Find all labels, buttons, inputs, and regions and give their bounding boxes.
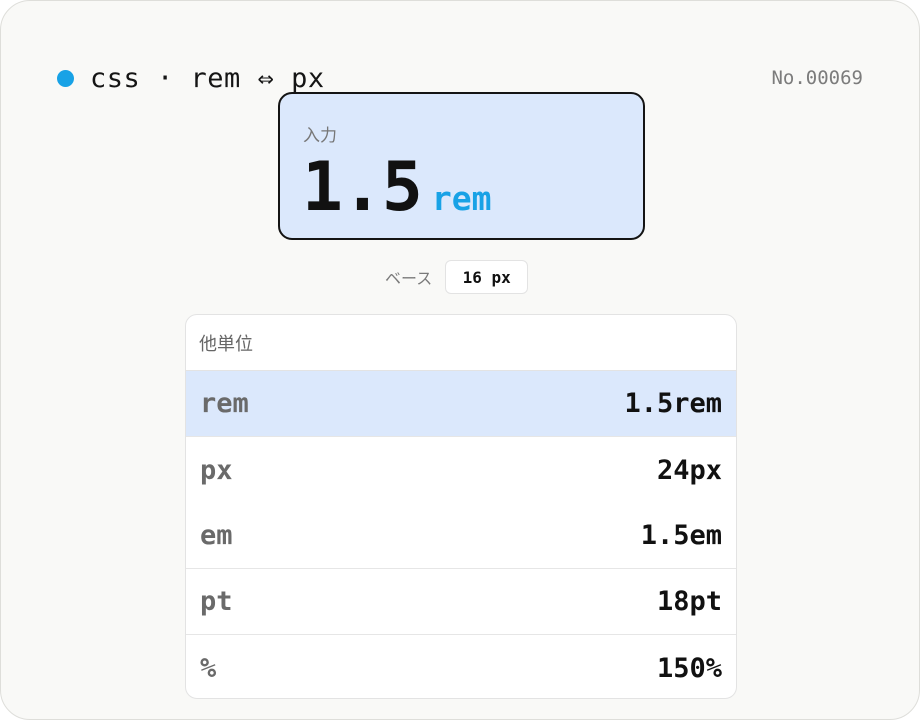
status-dot-icon	[57, 69, 74, 87]
unit-value: 24px	[656, 454, 722, 486]
unit-name: em	[200, 520, 233, 551]
unit-name: pt	[200, 586, 233, 617]
input-value-row: 1.5 rem	[302, 148, 491, 227]
converter-card: css · rem ⇔ px No.00069 入力 1.5 rem ベース 1…	[0, 0, 920, 720]
unit-name: %	[200, 652, 217, 684]
unit-value: 1.5em	[640, 520, 722, 551]
input-label: 入力	[303, 126, 337, 146]
units-table: 他単位 rem 1.5rem px 24px em 1.5em pt 18pt …	[185, 314, 737, 699]
unit-row-percent[interactable]: % 150%	[186, 635, 736, 698]
units-table-heading: 他単位	[186, 315, 736, 371]
unit-name: px	[200, 454, 233, 486]
input-value[interactable]: 1.5	[302, 148, 423, 227]
unit-value: 1.5rem	[624, 388, 722, 419]
unit-row-em[interactable]: em 1.5em	[186, 503, 736, 569]
app-title: css · rem ⇔ px	[90, 62, 325, 94]
base-size-field[interactable]: 16 px	[445, 260, 529, 294]
unit-row-pt[interactable]: pt 18pt	[186, 569, 736, 635]
unit-row-px[interactable]: px 24px	[186, 437, 736, 503]
input-panel[interactable]: 入力 1.5 rem	[278, 92, 645, 240]
serial-number: No.00069	[771, 67, 863, 89]
input-unit[interactable]: rem	[432, 179, 492, 218]
base-label: ベース	[385, 269, 433, 288]
unit-row-rem[interactable]: rem 1.5rem	[186, 371, 736, 437]
base-row: ベース 16 px	[385, 260, 529, 294]
header: css · rem ⇔ px	[57, 61, 325, 95]
unit-value: 18pt	[656, 586, 722, 617]
unit-value: 150%	[656, 652, 722, 684]
unit-name: rem	[200, 388, 249, 419]
